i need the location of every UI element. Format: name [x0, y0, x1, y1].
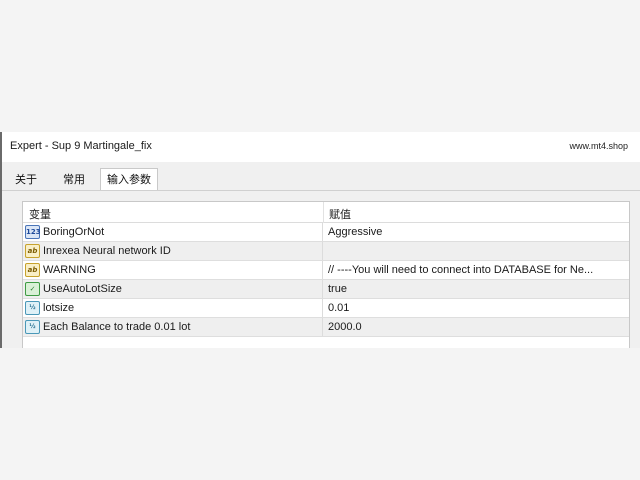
tab-inputs[interactable]: 输入参数: [100, 168, 158, 191]
variable-cell: ✓ UseAutoLotSize: [23, 280, 323, 298]
string-icon: ab: [25, 263, 40, 277]
table-row[interactable]: ½ Each Balance to trade 0.01 lot 2000.0: [23, 318, 629, 337]
variable-value[interactable]: // ----You will need to connect into DAT…: [328, 264, 626, 276]
window-title: Expert - Sup 9 Martingale_fix: [10, 140, 152, 152]
variable-name: WARNING: [43, 264, 96, 276]
double-icon: ½: [25, 320, 40, 334]
variable-value[interactable]: 0.01: [328, 302, 626, 314]
variable-name: Each Balance to trade 0.01 lot: [43, 321, 191, 333]
table-row[interactable]: ab WARNING // ----You will need to conne…: [23, 261, 629, 280]
tab-common[interactable]: 常用: [54, 171, 94, 190]
expert-properties-dialog: Expert - Sup 9 Martingale_fix www.mt4.sh…: [0, 132, 640, 348]
integer-icon: 123: [25, 225, 41, 239]
inputs-table: 变量 赋值 123 BoringOrNot Aggressive ab Inre…: [22, 201, 630, 348]
variable-cell: ½ Each Balance to trade 0.01 lot: [23, 318, 323, 336]
variable-value[interactable]: true: [328, 283, 626, 295]
tab-about[interactable]: 关于: [10, 171, 42, 190]
bool-icon: ✓: [25, 282, 40, 296]
table-row[interactable]: ✓ UseAutoLotSize true: [23, 280, 629, 299]
column-header-variable[interactable]: 变量: [29, 206, 51, 222]
screen: Expert - Sup 9 Martingale_fix www.mt4.sh…: [0, 0, 640, 480]
variable-name: lotsize: [43, 302, 75, 314]
variable-value[interactable]: 2000.0: [328, 321, 626, 333]
table-row[interactable]: 123 BoringOrNot Aggressive: [23, 223, 629, 242]
column-header-value[interactable]: 赋值: [329, 206, 351, 222]
title-bar[interactable]: Expert - Sup 9 Martingale_fix www.mt4.sh…: [2, 132, 640, 162]
variable-name: BoringOrNot: [43, 226, 105, 238]
variable-name: Inrexea Neural network ID: [43, 245, 171, 257]
column-separator[interactable]: [323, 202, 324, 223]
double-icon: ½: [25, 301, 40, 315]
variable-cell: ½ lotsize: [23, 299, 323, 317]
variable-name: UseAutoLotSize: [43, 283, 122, 295]
variable-value[interactable]: Aggressive: [328, 226, 626, 238]
tab-divider: [2, 190, 640, 191]
variable-cell: ab WARNING: [23, 261, 323, 279]
variable-cell: 123 BoringOrNot: [23, 223, 323, 241]
table-header: 变量 赋值: [23, 202, 629, 223]
watermark-site: www.mt4.shop: [569, 141, 628, 151]
variable-cell: ab Inrexea Neural network ID: [23, 242, 323, 260]
table-row[interactable]: ½ lotsize 0.01: [23, 299, 629, 318]
tab-strip: 关于 常用 输入参数: [2, 168, 640, 191]
string-icon: ab: [25, 244, 40, 258]
table-row[interactable]: ab Inrexea Neural network ID: [23, 242, 629, 261]
